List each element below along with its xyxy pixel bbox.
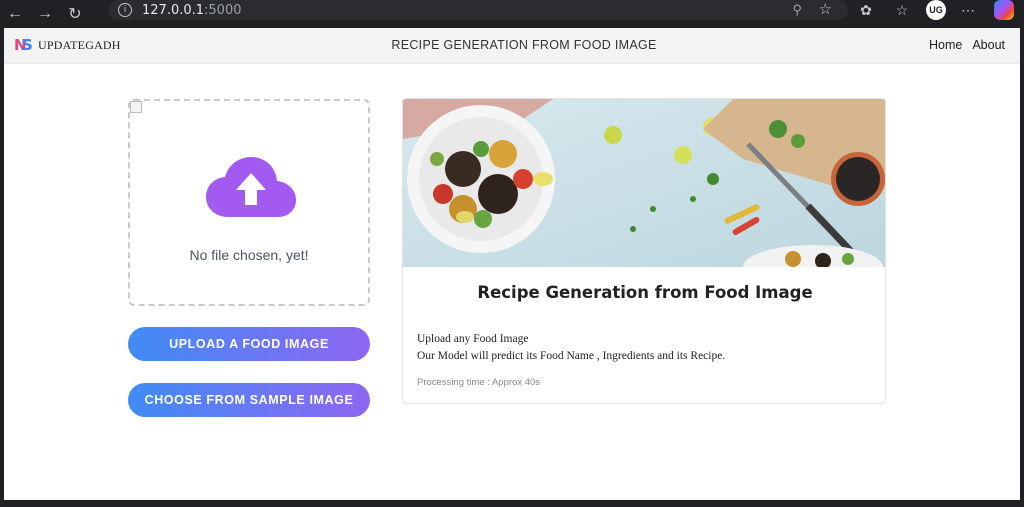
address-bar[interactable]: i 127.0.0.1:5000 ⚲ ☆ xyxy=(108,0,848,20)
zoom-icon[interactable]: ⚲ xyxy=(792,2,802,18)
card-title: Recipe Generation from Food Image xyxy=(477,283,813,302)
info-card: Recipe Generation from Food Image Upload… xyxy=(402,98,886,404)
profile-avatar[interactable]: UG xyxy=(926,0,946,20)
upload-image-button[interactable]: UPLOAD A FOOD IMAGE xyxy=(128,327,370,361)
favorites-icon[interactable]: ☆ xyxy=(892,0,912,20)
app-navbar: N S UPDATEGADH RECIPE GENERATION FROM FO… xyxy=(4,28,1020,64)
food-banner-image xyxy=(403,99,885,267)
nav-link-home[interactable]: Home xyxy=(929,38,962,52)
nav-links: Home About xyxy=(929,38,1005,52)
site-info-icon[interactable]: i xyxy=(118,3,132,17)
processing-time-text: Processing time : Approx 40s xyxy=(417,377,541,388)
page-viewport: N S UPDATEGADH RECIPE GENERATION FROM FO… xyxy=(4,28,1020,500)
page-title: RECIPE GENERATION FROM FOOD IMAGE xyxy=(391,38,657,52)
broken-image-icon xyxy=(130,101,142,113)
reload-icon[interactable]: ↻ xyxy=(60,0,90,28)
cloud-upload-icon xyxy=(206,157,296,217)
image-dropzone[interactable]: No file chosen, yet! xyxy=(128,99,370,306)
copilot-icon[interactable] xyxy=(994,0,1014,20)
favorite-star-icon[interactable]: ☆ xyxy=(819,0,832,18)
file-status-text: No file chosen, yet! xyxy=(189,247,309,263)
window-bottom-edge xyxy=(0,500,1024,507)
card-text-line-2: Our Model will predict its Food Name , I… xyxy=(417,350,726,362)
extensions-icon[interactable]: ✿ xyxy=(856,0,876,20)
url-text: 127.0.0.1:5000 xyxy=(142,2,242,18)
back-icon[interactable]: ← xyxy=(0,0,30,28)
card-description: Upload any Food Image Our Model will pre… xyxy=(417,331,725,365)
nav-link-about[interactable]: About xyxy=(972,38,1005,52)
forward-icon[interactable]: → xyxy=(30,0,60,28)
choose-sample-button[interactable]: CHOOSE FROM SAMPLE IMAGE xyxy=(128,383,370,417)
more-menu-icon[interactable]: ⋯ xyxy=(958,0,978,20)
card-text-line-1: Upload any Food Image xyxy=(417,333,529,345)
